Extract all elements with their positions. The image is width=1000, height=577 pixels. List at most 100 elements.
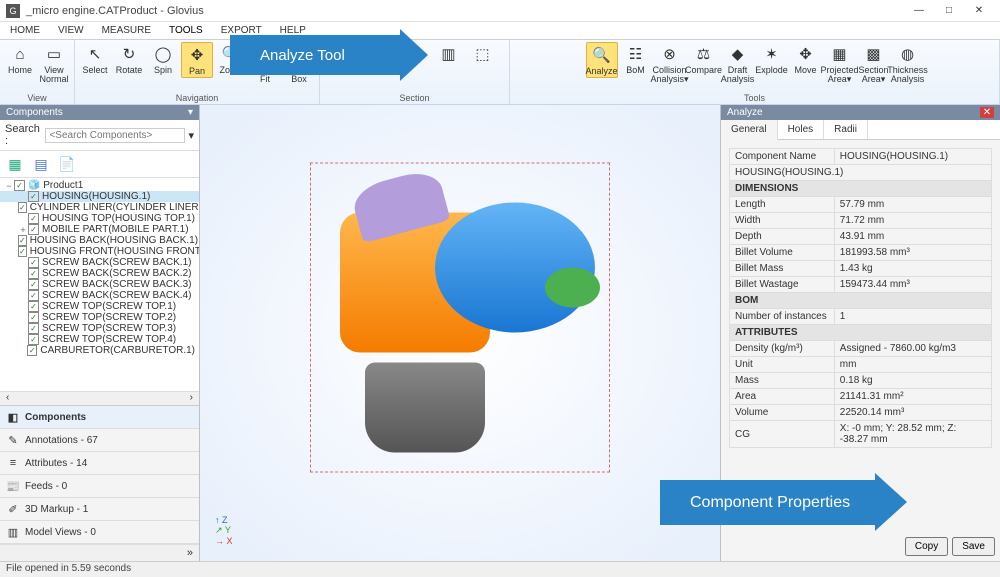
accordion-item[interactable]: ✎Annotations - 67 [0,429,199,452]
menu-view[interactable]: VIEW [58,25,84,36]
accordion-item[interactable]: ◧Components [0,406,199,429]
maximize-button[interactable]: □ [934,2,964,20]
analyze-close-button[interactable]: ✕ [980,107,994,118]
tools-icon: ▦ [829,43,851,65]
accordion-icon: ✎ [6,433,20,447]
tree-item[interactable]: ✓SCREW TOP(SCREW TOP.3) [0,323,199,334]
analyze-panel-header: Analyze ✕ [721,105,1000,120]
tools-icon: ⚖ [693,43,715,65]
components-panel-header: Components ▾ [0,105,199,120]
nav-icon: ✥ [186,44,208,66]
ribbon: ⌂Home▭View Normal View ↖Select↻Rotate◯Sp… [0,40,1000,105]
menu-measure[interactable]: MEASURE [102,25,151,36]
tree-item[interactable]: ✓HOUSING(HOUSING.1) [0,191,199,202]
ribbon-section-3[interactable]: ▥ [433,42,465,67]
search-input[interactable] [45,128,185,143]
ribbon-tools-Move[interactable]: ✥Move [790,42,822,76]
tree-item[interactable]: ✓SCREW TOP(SCREW TOP.1) [0,301,199,312]
ribbon-group-view: ⌂Home▭View Normal View [0,40,75,104]
ribbon-nav-Spin[interactable]: ◯Spin [147,42,179,76]
tree-toolbar: ▦ ▤ 📄 [0,151,199,178]
ribbon-tools-Section Area▾[interactable]: ▩Section Area▾ [858,42,890,85]
ribbon-nav-Rotate[interactable]: ↻Rotate [113,42,145,76]
tab-holes[interactable]: Holes [778,120,825,139]
tools-icon: 🔍 [591,44,613,66]
tree-item[interactable]: ✓CARBURETOR(CARBURETOR.1) [0,345,199,356]
tree-collapse-icon[interactable]: ▤ [31,154,51,174]
tree-item[interactable]: ✓CYLINDER LINER(CYLINDER LINER.1) [0,202,199,213]
view-icon: ▭ [43,43,65,65]
ribbon-view-View Normal[interactable]: ▭View Normal [38,42,70,85]
ribbon-tools-Collision Analysis▾[interactable]: ⊗Collision Analysis▾ [654,42,686,85]
analyze-row: Width71.72 mm [730,213,992,229]
minimize-button[interactable]: — [904,2,934,20]
tools-icon: ⊗ [659,43,681,65]
ribbon-group-nav-label: Navigation [176,93,219,103]
analyze-row: Number of instances1 [730,309,992,325]
tools-icon: ◍ [897,43,919,65]
analyze-row: ATTRIBUTES [730,325,992,341]
analyze-row: Area21141.31 mm² [730,389,992,405]
analyze-row: CGX: -0 mm; Y: 28.52 mm; Z: -38.27 mm [730,421,992,448]
search-label: Search : [5,123,42,147]
analyze-table: Component NameHOUSING(HOUSING.1)HOUSING(… [729,148,992,448]
save-button[interactable]: Save [952,537,995,556]
ribbon-tools-Projected Area▾[interactable]: ▦Projected Area▾ [824,42,856,85]
status-bar: File opened in 5.59 seconds [0,561,1000,577]
accordion-overflow[interactable]: » [0,544,199,561]
tree-item[interactable]: ✓HOUSING BACK(HOUSING BACK.1) [0,235,199,246]
tree-item[interactable]: ✓HOUSING FRONT(HOUSING FRONT.1) [0,246,199,257]
ribbon-tools-Analyze[interactable]: 🔍Analyze [586,42,618,78]
tree-root[interactable]: −✓🧊 Product1 [0,180,199,191]
accordion-item[interactable]: ≡Attributes - 14 [0,452,199,475]
ribbon-tools-Compare[interactable]: ⚖Compare [688,42,720,76]
tree-item[interactable]: ✓SCREW BACK(SCREW BACK.4) [0,290,199,301]
ribbon-nav-Pan[interactable]: ✥Pan [181,42,213,78]
analyze-tabs: General Holes Radii [721,120,1000,140]
analyze-row: Unitmm [730,357,992,373]
components-panel: Components ▾ Search : ▾ ▦ ▤ 📄 −✓🧊 Produc… [0,105,200,561]
tree-item[interactable]: ✓HOUSING TOP(HOUSING TOP.1) [0,213,199,224]
close-button[interactable]: ✕ [964,2,994,20]
ribbon-tools-Explode[interactable]: ✶Explode [756,42,788,76]
analyze-panel-title: Analyze [727,107,763,118]
tree-expand-icon[interactable]: ▦ [5,154,25,174]
viewport-3d[interactable]: Component Properties ↑ Z↗ Y→ X [200,105,720,561]
tree-item[interactable]: ✓SCREW TOP(SCREW TOP.2) [0,312,199,323]
left-accordion: ◧Components✎Annotations - 67≡Attributes … [0,405,199,544]
accordion-item[interactable]: 📰Feeds - 0 [0,475,199,498]
ribbon-view-Home[interactable]: ⌂Home [4,42,36,76]
accordion-icon: ▥ [6,525,20,539]
ribbon-tools-Thickness Analysis[interactable]: ◍Thickness Analysis [892,42,924,85]
axes-triad: ↑ Z↗ Y→ X [215,515,233,546]
accordion-item[interactable]: ✐3D Markup - 1 [0,498,199,521]
panel-pin-icon[interactable]: ▾ [188,107,193,118]
tree-item[interactable]: +✓MOBILE PART(MOBILE PART.1) [0,224,199,235]
tab-general[interactable]: General [721,120,778,140]
ribbon-nav-Select[interactable]: ↖Select [79,42,111,76]
tree-doc-icon[interactable]: 📄 [57,154,77,174]
ribbon-tools-Draft Analysis[interactable]: ◆Draft Analysis [722,42,754,85]
tools-icon: ◆ [727,43,749,65]
ribbon-tools-BoM[interactable]: ☷BoM [620,42,652,76]
accordion-item[interactable]: ▥Model Views - 0 [0,521,199,544]
tab-radii[interactable]: Radii [824,120,868,139]
component-tree[interactable]: −✓🧊 Product1✓HOUSING(HOUSING.1)✓CYLINDER… [0,178,199,391]
window-title: _micro engine.CATProduct - Glovius [26,5,904,17]
accordion-icon: ◧ [6,410,20,424]
tree-item[interactable]: ✓SCREW BACK(SCREW BACK.2) [0,268,199,279]
tree-item[interactable]: ✓SCREW BACK(SCREW BACK.3) [0,279,199,290]
menu-tools[interactable]: TOOLS [169,25,203,36]
copy-button[interactable]: Copy [905,537,948,556]
tree-item[interactable]: ✓SCREW BACK(SCREW BACK.1) [0,257,199,268]
search-clear-icon[interactable]: ▾ [188,129,194,142]
ribbon-section-4[interactable]: ⬚ [467,42,499,67]
ribbon-group-view-label: View [27,93,46,103]
tools-icon: ✥ [795,43,817,65]
ribbon-group-tools-label: Tools [744,93,765,103]
tree-item[interactable]: ✓SCREW TOP(SCREW TOP.4) [0,334,199,345]
menu-home[interactable]: HOME [10,25,40,36]
analyze-row: Mass0.18 kg [730,373,992,389]
tree-scroll-hint: ‹› [0,391,199,405]
analyze-row: Billet Mass1.43 kg [730,261,992,277]
